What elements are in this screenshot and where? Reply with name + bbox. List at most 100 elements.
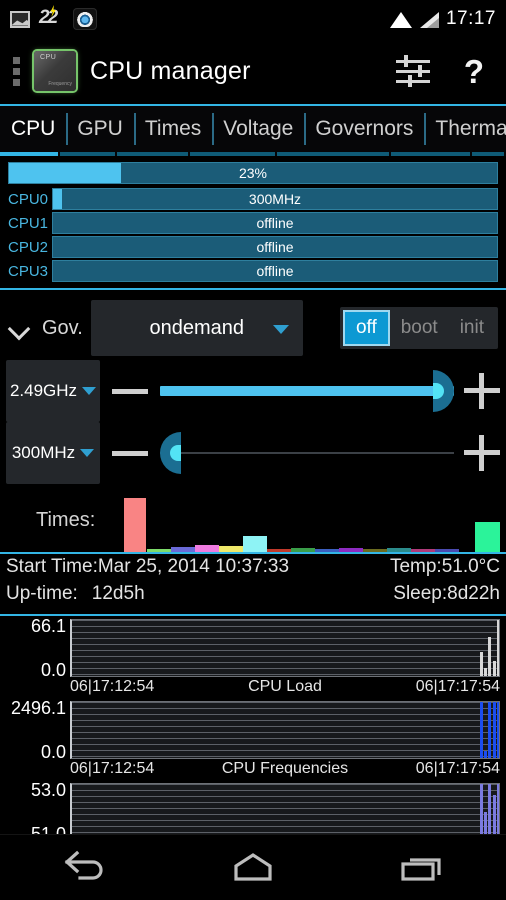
frequency-select-min-frequency[interactable]: 300MHz	[6, 422, 100, 484]
system-navigation-bar	[0, 834, 506, 900]
tab-underline-segment	[391, 152, 471, 156]
weather-22-icon: 22	[39, 8, 64, 30]
cpu-core-name: CPU0	[8, 191, 52, 208]
graph-x-end: 06|17:17:54	[416, 678, 500, 696]
frequency-select-max-frequency[interactable]: 2.49GHz	[6, 360, 100, 422]
tab-label: Voltage	[223, 117, 293, 141]
cpu-core-row[interactable]: CPU1offline	[8, 212, 498, 234]
app-icon[interactable]: CPU Frequency	[34, 51, 76, 91]
graph-sample	[497, 702, 500, 758]
tab-underline-segment	[277, 152, 388, 156]
tab-label: CPU	[11, 117, 55, 141]
tab-underline-segment	[60, 152, 116, 156]
governor-segment-off[interactable]: off	[343, 310, 390, 346]
times-label: Times:	[36, 509, 95, 532]
cpu-core-row[interactable]: CPU0300MHz	[8, 188, 498, 210]
frequency-value: 2.49GHz	[10, 381, 77, 401]
cpu-usage-bar: 23%	[8, 162, 498, 184]
graph-gridlines	[72, 784, 499, 840]
frequency-slider-track[interactable]	[160, 371, 454, 411]
cpu-core-row[interactable]: CPU3offline	[8, 260, 498, 282]
signal-icon	[419, 11, 439, 28]
action-bar-actions: ?	[396, 55, 492, 88]
chevron-down-icon[interactable]	[8, 315, 34, 341]
slider-thumb[interactable]	[433, 370, 454, 412]
governor-segment-boot[interactable]: boot	[390, 310, 449, 346]
frequency-value: 300MHz	[12, 443, 75, 463]
times-bar	[171, 547, 195, 552]
graph-y-axis: 66.10.0	[6, 619, 70, 677]
action-bar: CPU Frequency CPU manager ?	[0, 38, 506, 104]
graph-y-min: 0.0	[41, 742, 66, 763]
slider-row-min-frequency: 300MHz	[0, 422, 506, 484]
tab-times[interactable]: Times	[134, 106, 212, 152]
tab-voltage[interactable]: Voltage	[212, 106, 304, 152]
cpu-core-name: CPU2	[8, 239, 52, 256]
frequency-sliders: 2.49GHz 300MHz	[0, 360, 506, 484]
tab-label: Thermal	[435, 117, 506, 141]
graph-sample	[480, 652, 483, 676]
start-time-value: Mar 25, 2014 10:37:33	[98, 556, 289, 578]
graph-plot	[70, 619, 500, 677]
graph-y-axis: 53.051.0	[6, 783, 70, 841]
app-icon-label: CPU	[40, 54, 56, 61]
graph-sample	[488, 784, 491, 840]
frequency-slider-track[interactable]	[160, 433, 454, 473]
graph-caption: 06|17:12:54CPU Frequencies06|17:17:54	[6, 760, 500, 778]
increment-button[interactable]	[464, 373, 500, 409]
governor-select[interactable]: ondemand	[91, 300, 303, 356]
decrement-button[interactable]	[112, 451, 148, 456]
sliders-icon[interactable]	[396, 56, 430, 86]
graph-sample	[497, 784, 500, 840]
times-bar	[411, 549, 435, 552]
tab-cpu[interactable]: CPU	[0, 106, 66, 152]
graph-title: CPU Frequencies	[222, 760, 348, 778]
times-bar	[291, 548, 315, 552]
slider-progress	[160, 386, 454, 396]
sleep-label: Sleep:	[393, 583, 447, 605]
graph-y-min: 0.0	[41, 660, 66, 681]
tab-list: CPUGPUTimesVoltageGovernorsThermalMP	[0, 106, 506, 152]
recents-icon[interactable]	[391, 848, 453, 888]
home-icon[interactable]	[222, 848, 284, 888]
slider-thumb[interactable]	[160, 432, 181, 474]
times-bar	[387, 548, 411, 552]
graph-cpu-frequencies[interactable]: 2496.10.006|17:12:54CPU Frequencies06|17…	[0, 698, 506, 780]
cpu-core-row[interactable]: CPU2offline	[8, 236, 498, 258]
status-bar-clock: 17:17	[446, 8, 496, 30]
graph-x-start: 06|17:12:54	[70, 760, 154, 778]
graph-x-start: 06|17:12:54	[70, 678, 154, 696]
overflow-menu-icon[interactable]	[10, 57, 26, 86]
tab-gpu[interactable]: GPU	[66, 106, 134, 152]
graph-sample	[493, 661, 496, 676]
decrement-button[interactable]	[112, 389, 148, 394]
times-bar	[195, 545, 219, 552]
tab-governors[interactable]: Governors	[304, 106, 424, 152]
status-bar: 22 17:17	[0, 0, 506, 38]
increment-button[interactable]	[464, 435, 500, 471]
graph-sample	[484, 668, 487, 676]
help-icon[interactable]: ?	[464, 55, 484, 88]
governor-segment-init[interactable]: init	[449, 310, 495, 346]
tab-underline	[0, 152, 506, 156]
cpu-core-list: CPU0300MHzCPU1offlineCPU2offlineCPU3offl…	[8, 188, 498, 282]
chevron-down-icon	[80, 449, 94, 457]
times-bar	[315, 549, 339, 552]
back-icon[interactable]	[53, 848, 115, 888]
slider-row-max-frequency: 2.49GHz	[0, 360, 506, 422]
graph-y-max: 2496.1	[11, 698, 66, 719]
times-bar	[219, 546, 243, 552]
governor-apply-segmented-control: offbootinit	[340, 307, 498, 349]
times-chart[interactable]: Times:	[0, 486, 506, 554]
tab-thermal[interactable]: Thermal	[424, 106, 506, 152]
tab-label: Times	[145, 117, 201, 141]
graph-title: CPU Load	[248, 678, 322, 696]
graph-sample	[497, 620, 500, 676]
graph-sample	[493, 702, 496, 758]
temp-label: Temp:	[390, 556, 442, 578]
cpu-core-value: 300MHz	[53, 189, 497, 209]
graph-y-max: 66.1	[31, 616, 66, 637]
graph-y-axis: 2496.10.0	[6, 701, 70, 759]
graph-cpu-load[interactable]: 66.10.006|17:12:54CPU Load06|17:17:54	[0, 616, 506, 698]
uptime-row: Up-time: 12d5h Sleep:8d22h	[6, 583, 500, 610]
